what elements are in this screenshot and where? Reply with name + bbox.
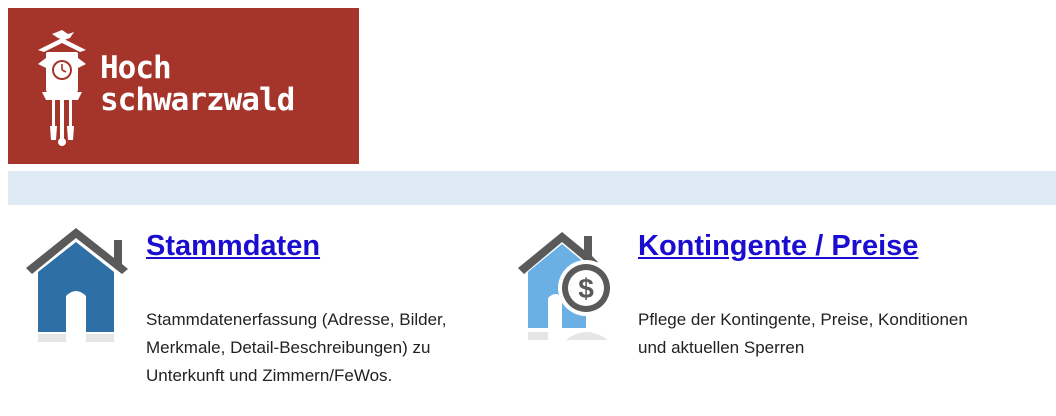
brand-name: Hoch schwarzwald xyxy=(100,50,295,118)
house-dollar-icon[interactable]: $ xyxy=(516,224,626,344)
brand-name-line2: schwarzwald xyxy=(100,82,295,118)
brand-name-line1: Hoch xyxy=(100,50,172,86)
stammdaten-link[interactable]: Stammdaten xyxy=(146,230,320,263)
stammdaten-description: Stammdatenerfassung (Adresse, Bilder, Me… xyxy=(146,310,447,385)
brand-logo[interactable]: Hoch schwarzwald xyxy=(8,8,359,164)
house-icon[interactable] xyxy=(22,224,132,344)
kontingente-preise-description: Pflege der Kontingente, Preise, Konditio… xyxy=(638,310,968,357)
kontingente-preise-link[interactable]: Kontingente / Preise xyxy=(638,230,918,263)
svg-text:$: $ xyxy=(578,273,594,304)
header-band xyxy=(8,171,1056,205)
